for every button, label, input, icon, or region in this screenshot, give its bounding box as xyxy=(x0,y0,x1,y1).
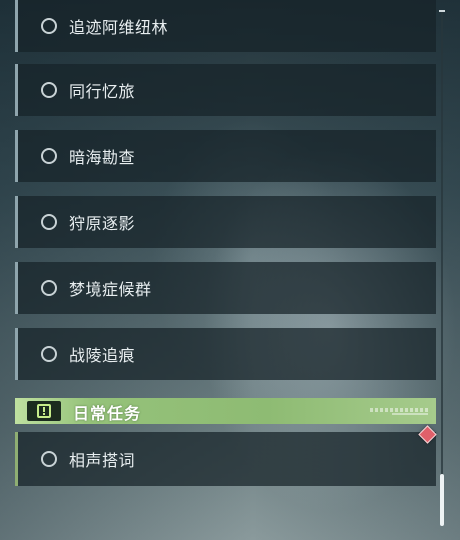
quest-label: 梦境症候群 xyxy=(69,280,152,299)
quest-label: 同行忆旅 xyxy=(69,82,136,101)
daily-quest-item[interactable]: 相声搭词 xyxy=(15,432,436,486)
radio-circle-icon xyxy=(41,346,57,362)
radio-circle-icon xyxy=(41,82,57,98)
quest-label: 追迹阿维纽林 xyxy=(69,18,169,37)
radio-circle-icon xyxy=(41,148,57,164)
header-decoration xyxy=(370,408,428,412)
quest-item[interactable]: 追迹阿维纽林 xyxy=(15,0,436,52)
scrollbar-thumb[interactable] xyxy=(440,474,444,526)
quest-label: 战陵追痕 xyxy=(69,346,136,365)
quest-list: 追迹阿维纽林 同行忆旅 暗海勘查 狩原逐影 梦境症候群 战陵追痕 日常任务 相声… xyxy=(0,0,460,540)
radio-circle-icon xyxy=(41,18,57,34)
radio-circle-icon xyxy=(41,451,57,467)
quest-label: 狩原逐影 xyxy=(69,214,136,233)
quest-label: 相声搭词 xyxy=(69,451,136,470)
scrollbar-cap xyxy=(439,10,445,12)
quest-item[interactable]: 狩原逐影 xyxy=(15,196,436,248)
daily-quests-header[interactable]: 日常任务 xyxy=(15,398,436,424)
alert-square-icon xyxy=(27,401,61,421)
quest-item[interactable]: 战陵追痕 xyxy=(15,328,436,380)
header-decoration-line xyxy=(392,413,428,415)
quest-label: 暗海勘查 xyxy=(69,148,136,167)
quest-item[interactable]: 暗海勘查 xyxy=(15,130,436,182)
quest-item[interactable]: 梦境症候群 xyxy=(15,262,436,314)
radio-circle-icon xyxy=(41,214,57,230)
radio-circle-icon xyxy=(41,280,57,296)
scrollbar-track[interactable] xyxy=(441,10,443,524)
quest-item[interactable]: 同行忆旅 xyxy=(15,64,436,116)
section-title: 日常任务 xyxy=(73,404,142,423)
